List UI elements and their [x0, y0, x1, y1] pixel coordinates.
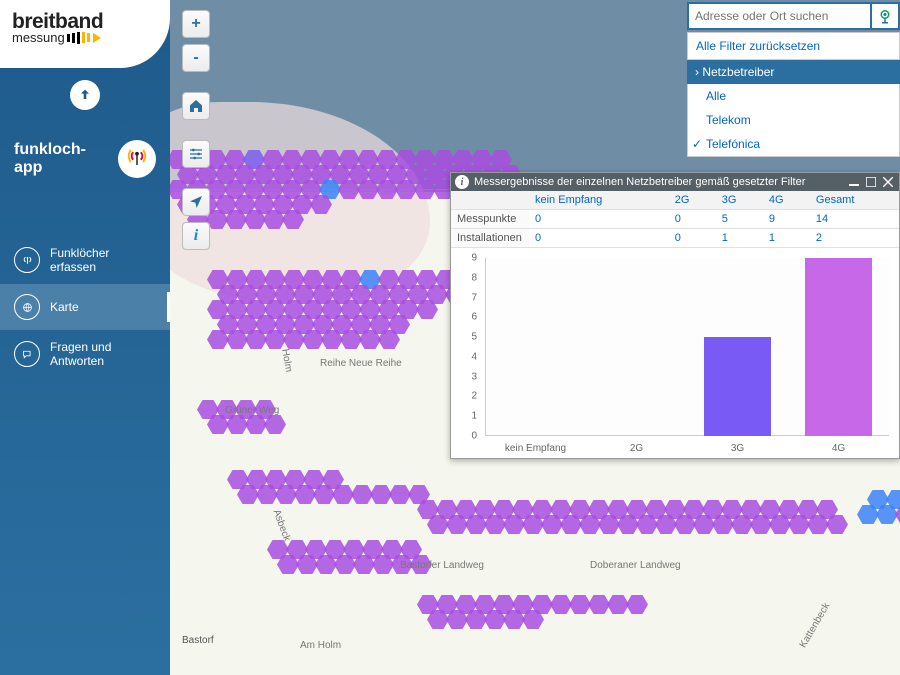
street-label: Bastorfer Landweg	[400, 560, 484, 571]
logo-sub-text: messung	[12, 30, 65, 45]
table-header-row: kein Empfang 2G 3G 4G Gesamt	[451, 191, 899, 210]
app-label-text: funkloch- app	[14, 141, 86, 176]
antenna-small-icon	[14, 247, 40, 273]
logo-bars-icon	[67, 32, 90, 44]
cell: 0	[529, 229, 669, 248]
results-chart: 0123456789 kein Empfang2G3G4G	[451, 248, 899, 458]
nav-label: Fragen und Antworten	[50, 340, 156, 368]
cell: 1	[763, 229, 810, 248]
sliders-icon	[188, 146, 204, 162]
street-label: Am Holm	[300, 640, 341, 651]
cell: 5	[716, 210, 763, 229]
street-label: Doberaner Landweg	[590, 560, 681, 571]
top-panel: Alle Filter zurücksetzen Netzbetreiber A…	[687, 2, 900, 157]
col-header: 2G	[669, 191, 716, 210]
nav-item-capture[interactable]: Funklöcher erfassen	[0, 236, 170, 284]
chart-bars	[485, 258, 889, 436]
row-label: Installationen	[451, 229, 529, 248]
filter-options: Alle Telekom Telefónica	[687, 84, 900, 157]
maximize-button[interactable]	[864, 176, 878, 188]
location-arrow-icon	[188, 194, 204, 210]
row-label: Messpunkte	[451, 210, 529, 229]
map-controls: + - i	[182, 10, 210, 250]
col-header: kein Empfang	[529, 191, 669, 210]
chat-icon	[14, 341, 40, 367]
cell: 14	[810, 210, 899, 229]
nav-label: Karte	[50, 300, 79, 314]
results-title: Messergebnisse der einzelnen Netzbetreib…	[474, 176, 805, 188]
arrow-up-icon	[77, 87, 93, 103]
cell: 0	[529, 210, 669, 229]
table-row: Messpunkte 0 0 5 9 14	[451, 210, 899, 229]
chart-xaxis: kein Empfang2G3G4G	[485, 443, 889, 454]
nav-item-map[interactable]: Karte	[0, 284, 170, 330]
pin-target-icon	[876, 7, 894, 25]
globe-icon	[14, 294, 40, 320]
filter-opt-telefonica[interactable]: Telefónica	[688, 132, 899, 156]
col-header: Gesamt	[810, 191, 899, 210]
close-button[interactable]	[881, 176, 895, 188]
results-table: kein Empfang 2G 3G 4G Gesamt Messpunkte …	[451, 191, 899, 248]
logo-play-icon	[93, 33, 101, 43]
info-button[interactable]: i	[182, 222, 210, 250]
nav-item-faq[interactable]: Fragen und Antworten	[0, 330, 170, 378]
results-header[interactable]: i Messergebnisse der einzelnen Netzbetre…	[451, 173, 899, 191]
place-label: Bastorf	[182, 635, 214, 646]
logo-sub: messung	[12, 30, 158, 45]
upload-button[interactable]	[70, 80, 100, 110]
results-panel[interactable]: i Messergebnisse der einzelnen Netzbetre…	[450, 172, 900, 459]
filter-opt-telekom[interactable]: Telekom	[688, 108, 899, 132]
chart-yaxis: 0123456789	[451, 258, 481, 436]
street-label: Grüner Weg	[225, 405, 279, 416]
nav: Funklöcher erfassen Karte Fragen und Ant…	[0, 236, 170, 378]
col-header: 4G	[763, 191, 810, 210]
table-row: Installationen 0 0 1 1 2	[451, 229, 899, 248]
search-locate-button[interactable]	[872, 2, 900, 30]
minimize-button[interactable]	[847, 176, 861, 188]
home-icon	[188, 98, 204, 114]
info-icon: i	[455, 175, 469, 189]
map-area[interactable]: Grüner Weg Holm Asbeck Reihe Neue Reihe …	[170, 0, 900, 675]
app-label: funkloch- app	[0, 110, 170, 196]
cell: 0	[669, 229, 716, 248]
settings-sliders-button[interactable]	[182, 140, 210, 168]
search-row	[687, 2, 900, 30]
antenna-icon	[118, 140, 156, 178]
cell: 2	[810, 229, 899, 248]
cell: 9	[763, 210, 810, 229]
info-icon: i	[194, 227, 198, 245]
street-label: Reihe Neue Reihe	[320, 358, 402, 369]
logo: breitband messung	[0, 0, 170, 68]
nav-label: Funklöcher erfassen	[50, 246, 156, 274]
home-extent-button[interactable]	[182, 92, 210, 120]
col-header: 3G	[716, 191, 763, 210]
cell: 0	[669, 210, 716, 229]
zoom-out-button[interactable]: -	[182, 44, 210, 72]
locate-me-button[interactable]	[182, 188, 210, 216]
cell: 1	[716, 229, 763, 248]
zoom-in-button[interactable]: +	[182, 10, 210, 38]
reset-filters-button[interactable]: Alle Filter zurücksetzen	[687, 32, 900, 60]
filter-opt-alle[interactable]: Alle	[688, 84, 899, 108]
sidebar: breitband messung funkloch- app	[0, 0, 170, 675]
filter-header-netzbetreiber[interactable]: Netzbetreiber	[687, 60, 900, 84]
search-input[interactable]	[687, 2, 872, 30]
